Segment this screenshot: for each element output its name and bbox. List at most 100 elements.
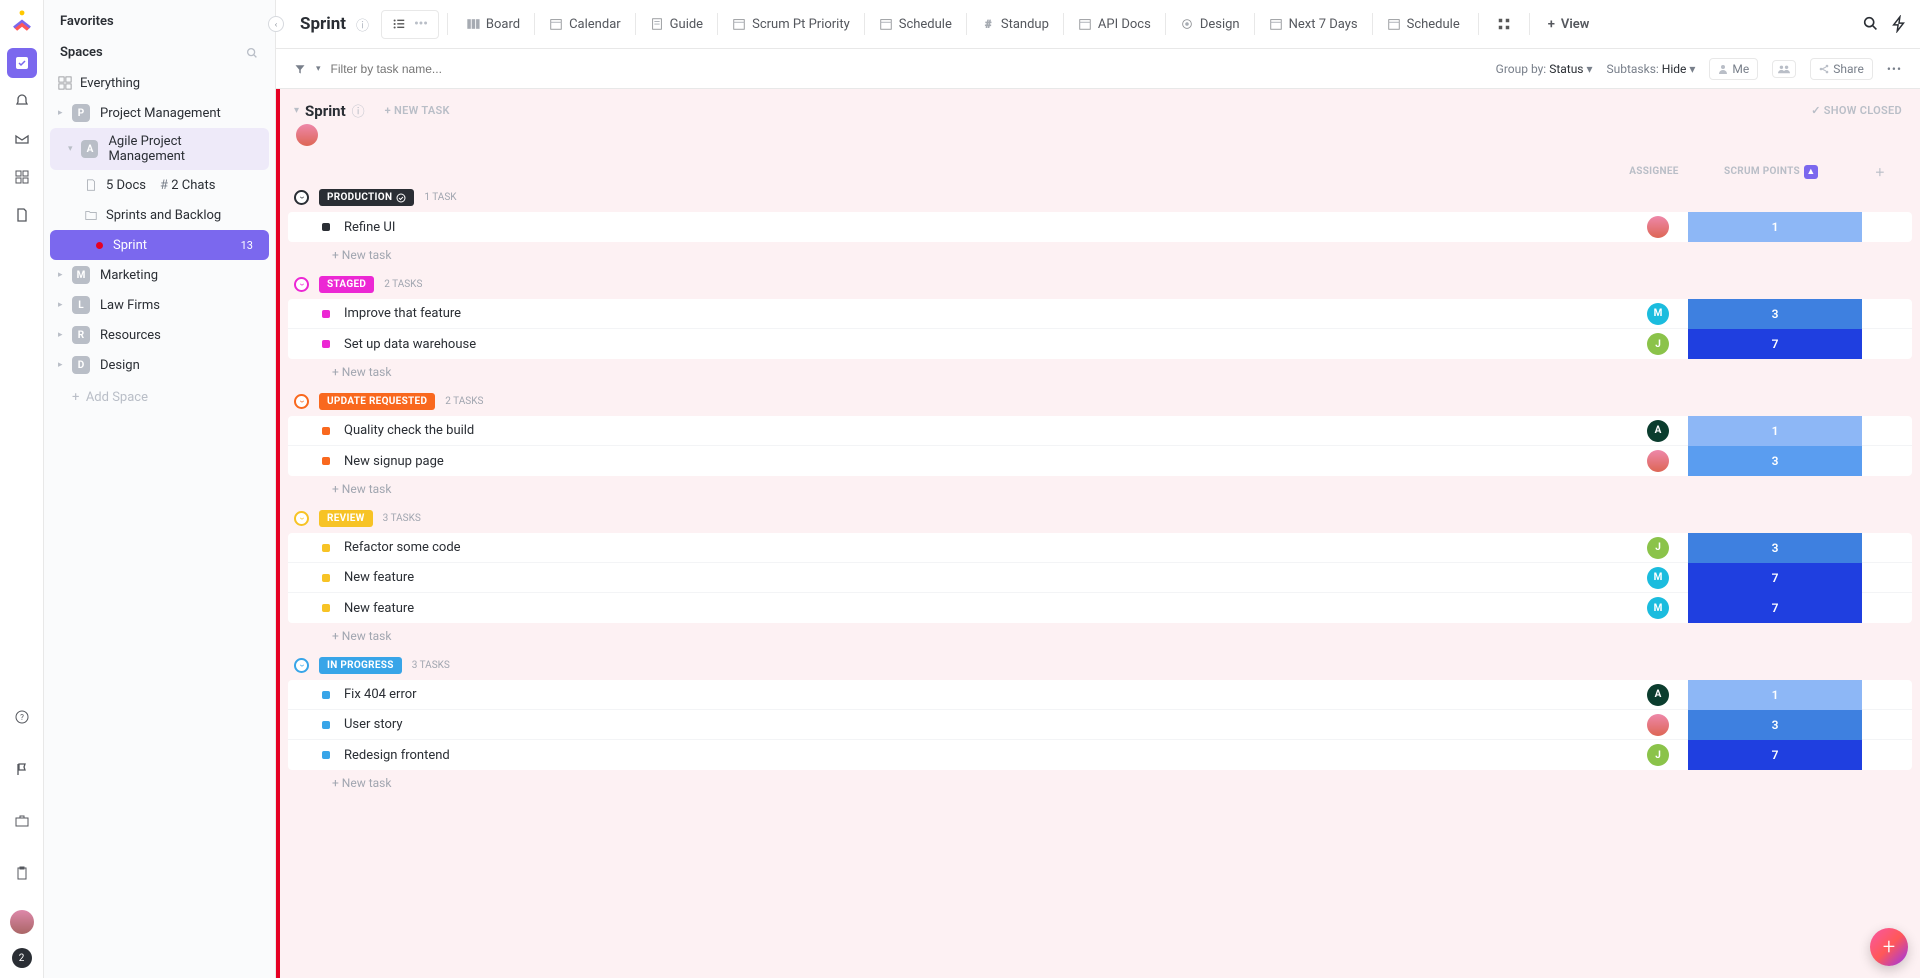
task-points-cell[interactable]: 7 [1688,593,1862,623]
sidebar-everything[interactable]: Everything [44,68,275,98]
list-collapse-toggle[interactable]: ▾ [294,105,299,116]
task-status-square[interactable] [322,340,330,348]
assignee-avatar[interactable]: J [1647,537,1669,559]
task-status-square[interactable] [322,604,330,612]
task-points-cell[interactable]: 7 [1688,563,1862,593]
sort-icon[interactable]: ▲ [1804,165,1818,179]
sidebar-spaces-header[interactable]: Spaces [44,37,275,68]
task-row[interactable]: Quality check the build A 1 [288,416,1912,446]
status-collapse-toggle[interactable] [294,394,309,409]
create-task-fab[interactable]: + [1870,928,1908,966]
rail-notification-count[interactable]: 2 [12,948,32,968]
status-header[interactable]: PRODUCTION 1 TASK [288,187,1912,208]
task-points-cell[interactable]: 1 [1688,212,1862,242]
task-row[interactable]: New feature M 7 [288,593,1912,623]
task-status-square[interactable] [322,721,330,729]
task-status-square[interactable] [322,427,330,435]
sidebar-docs[interactable]: 5 Docs# 2 Chats [44,170,275,200]
assignee-avatar[interactable]: M [1647,303,1669,325]
sidebar-space-design[interactable]: ▸DDesign [44,350,275,380]
status-header[interactable]: IN PROGRESS 3 TASKS [288,655,1912,676]
assignee-avatar[interactable] [1647,714,1669,736]
rail-inbox-button[interactable] [7,124,37,154]
task-row[interactable]: Refactor some code J 3 [288,533,1912,563]
assignee-avatar[interactable]: A [1647,420,1669,442]
sidebar-add-space[interactable]: + Add Space [44,380,275,415]
info-icon[interactable]: ⓘ [356,15,369,34]
sidebar-space-agile-project-management[interactable]: ▾AAgile Project Management [50,128,269,170]
task-status-square[interactable] [322,544,330,552]
filter-icon[interactable] [294,63,306,75]
sidebar-space-project-management[interactable]: ▸PProject Management [44,98,275,128]
view-tab-calendar[interactable]: Calendar [539,11,631,38]
filter-caret[interactable]: ▾ [316,64,321,74]
task-row[interactable]: New signup page 3 [288,446,1912,476]
task-row[interactable]: Fix 404 error A 1 [288,680,1912,710]
status-header[interactable]: UPDATE REQUESTED 2 TASKS [288,391,1912,412]
task-row[interactable]: Redesign frontend J 7 [288,740,1912,770]
sidebar-favorites-header[interactable]: Favorites [44,6,275,37]
assignee-avatar[interactable]: M [1647,567,1669,589]
new-task-row[interactable]: + New task [288,770,1912,792]
col-scrum-points[interactable]: SCRUM POINTS▲ [1684,165,1858,179]
sidebar-list-sprint[interactable]: Sprint13 [50,230,269,260]
task-status-square[interactable] [322,691,330,699]
task-row[interactable]: Refine UI 1 [288,212,1912,242]
assignee-avatar[interactable] [1647,216,1669,238]
task-points-cell[interactable]: 3 [1688,299,1862,329]
status-collapse-toggle[interactable] [294,511,309,526]
me-filter-button[interactable]: Me [1709,58,1758,80]
add-view-button[interactable]: + View [1538,11,1600,38]
task-points-cell[interactable]: 1 [1688,680,1862,710]
view-tab-board[interactable]: Board [456,11,530,38]
new-task-row[interactable]: + New task [288,476,1912,498]
status-collapse-toggle[interactable] [294,190,309,205]
view-tab-schedule[interactable]: Schedule [869,11,962,38]
task-row[interactable]: Improve that feature M 3 [288,299,1912,329]
task-row[interactable]: New feature M 7 [288,563,1912,593]
task-status-square[interactable] [322,310,330,318]
show-closed-toggle[interactable]: ✓ SHOW CLOSED [1811,104,1902,117]
status-header[interactable]: STAGED 2 TASKS [288,274,1912,295]
view-tab-scrum-pt-priority[interactable]: Scrum Pt Priority [722,11,860,38]
assignees-filter-button[interactable] [1772,60,1796,78]
view-tab-list[interactable]: ••• [381,10,439,39]
assignee-avatar[interactable]: A [1647,684,1669,706]
task-points-cell[interactable]: 3 [1688,710,1862,740]
task-points-cell[interactable]: 3 [1688,533,1862,563]
rail-user-avatar[interactable] [10,910,34,934]
new-task-row[interactable]: + New task [288,242,1912,264]
list-info-icon[interactable]: ⓘ [352,101,365,120]
status-collapse-toggle[interactable] [294,277,309,292]
assignee-avatar[interactable] [1647,450,1669,472]
status-header[interactable]: REVIEW 3 TASKS [288,508,1912,529]
view-switcher-button[interactable] [1487,11,1521,37]
rail-home-button[interactable] [7,48,37,78]
add-column-button[interactable]: ＋ [1858,164,1902,179]
more-options-button[interactable]: ••• [1887,62,1902,76]
task-status-square[interactable] [322,574,330,582]
filter-input[interactable] [331,62,491,76]
assignee-avatar[interactable]: J [1647,744,1669,766]
task-points-cell[interactable]: 3 [1688,446,1862,476]
task-row[interactable]: User story 3 [288,710,1912,740]
new-task-row[interactable]: + New task [288,359,1912,381]
view-tab-guide[interactable]: Guide [640,11,713,38]
rail-clipboard-button[interactable] [7,858,37,888]
rail-help-button[interactable]: ? [7,702,37,732]
rail-dashboards-button[interactable] [7,162,37,192]
status-collapse-toggle[interactable] [294,658,309,673]
assignee-avatar[interactable]: M [1647,597,1669,619]
new-task-row[interactable]: + New task [288,623,1912,645]
sidebar-collapse-toggle[interactable]: ‹ [268,16,284,32]
view-tab-schedule[interactable]: Schedule [1377,11,1470,38]
search-icon[interactable] [1862,15,1880,33]
view-tab-design[interactable]: Design [1170,11,1250,38]
rail-goals-button[interactable] [7,754,37,784]
view-tab-api-docs[interactable]: API Docs [1068,11,1161,38]
rail-notifications-button[interactable] [7,86,37,116]
share-button[interactable]: Share [1810,58,1873,80]
list-owner-avatar[interactable] [296,124,318,146]
sidebar-space-marketing[interactable]: ▸MMarketing [44,260,275,290]
assignee-avatar[interactable]: J [1647,333,1669,355]
